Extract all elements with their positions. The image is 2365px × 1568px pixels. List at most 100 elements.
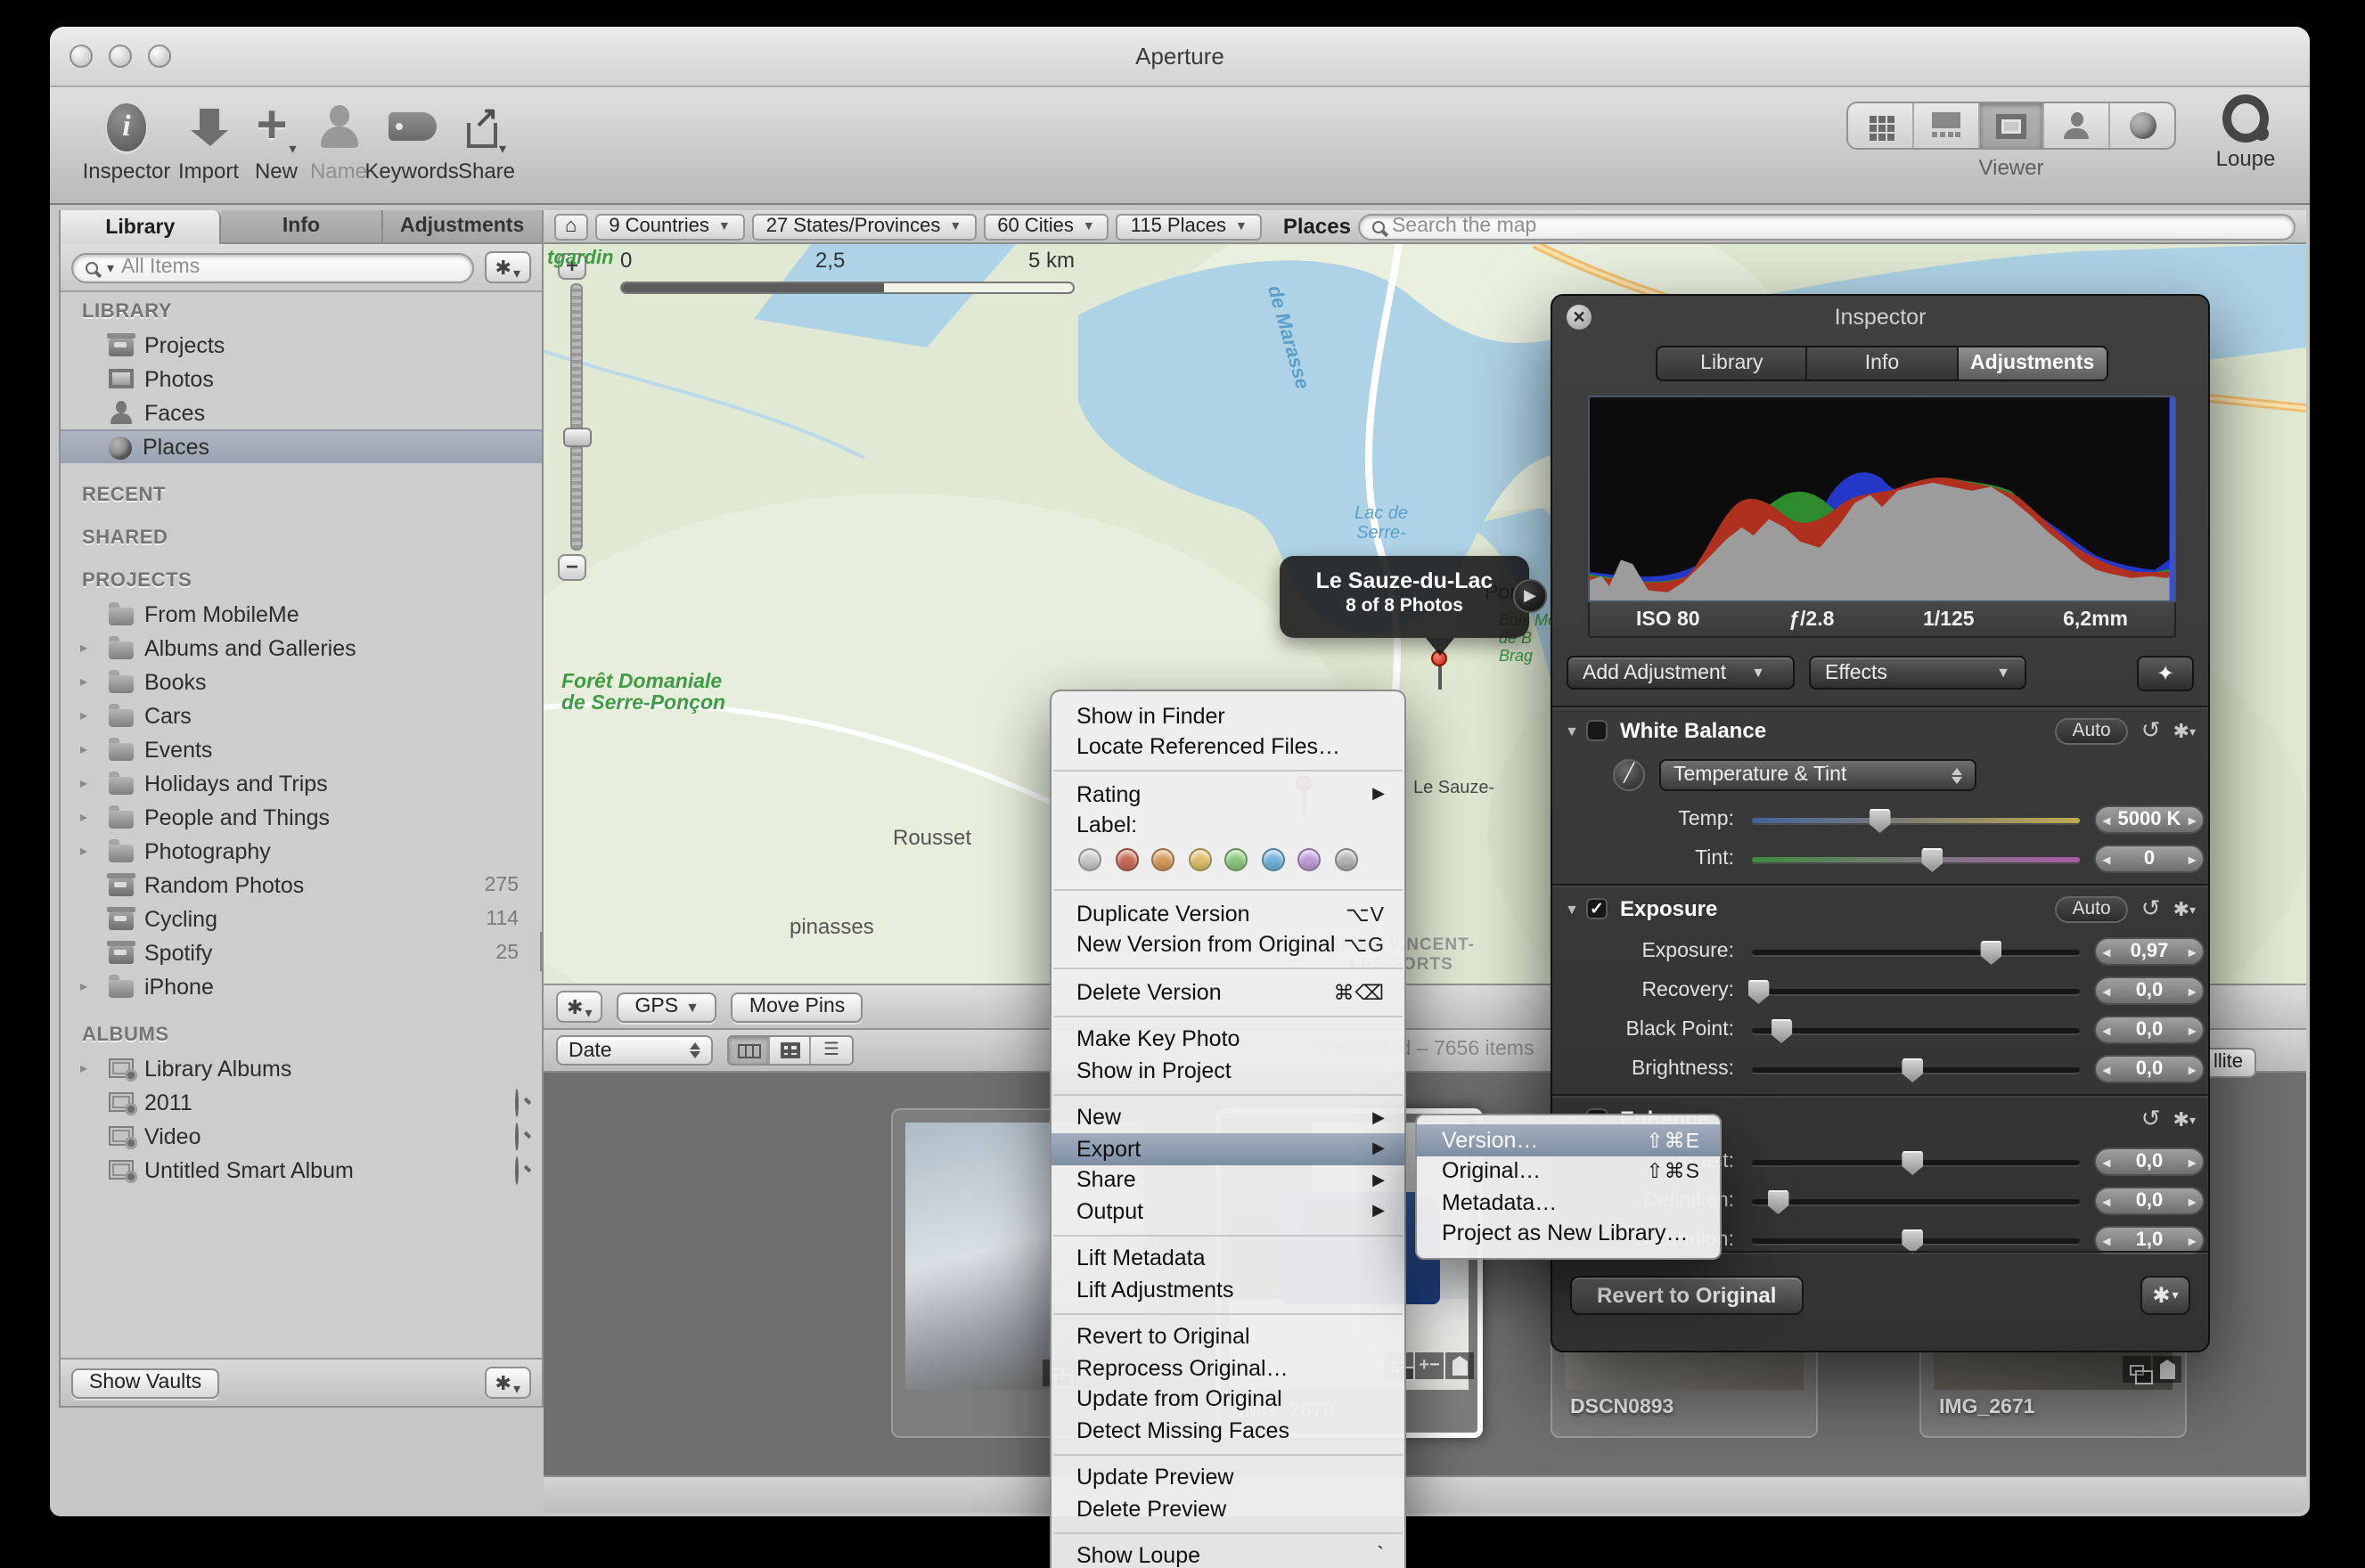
white-balance-eyedropper-button[interactable]: ╱ [1613,759,1645,791]
zoom-slider-thumb[interactable] [562,428,591,447]
recovery-value-stepper[interactable]: ◂0,0▸ [2094,976,2205,1005]
menu-item-delete-version[interactable]: Delete Version⌘⌫ [1052,976,1404,1008]
inspector-tab-info[interactable]: Info [1808,347,1959,380]
disclosure-triangle-icon[interactable]: ▸ [80,674,87,690]
menu-item-locate-referenced-files[interactable]: Locate Referenced Files… [1052,731,1404,763]
menu-item-share[interactable]: Share▶ [1052,1164,1404,1196]
loupe-button[interactable]: Loupe [2199,94,2292,171]
submenu-item-export-original[interactable]: Original…⇧⌘S [1417,1156,1720,1187]
contrast-value-stepper[interactable]: ◂0,0▸ [2094,1147,2205,1176]
sidebar-item-photography[interactable]: ▸ Photography [61,834,542,868]
view-faces-segment[interactable] [2045,103,2111,148]
menu-item-detect-missing-faces[interactable]: Detect Missing Faces [1052,1415,1404,1446]
sidebar-item-books[interactable]: ▸ Books [61,665,542,698]
temp-slider[interactable] [1752,817,2080,823]
disclosure-triangle-icon[interactable]: ▸ [80,741,87,757]
brightness-slider[interactable] [1752,1066,2080,1073]
exposure-reset-icon[interactable]: ↺ [2141,894,2161,923]
disclosure-triangle-icon[interactable]: ▸ [80,809,87,825]
sidebar-item-faces[interactable]: Faces [61,396,542,429]
sidebar-item-holidays-and-trips[interactable]: ▸ Holidays and Trips [61,766,542,800]
menu-item-duplicate-version[interactable]: Duplicate Version⌥V [1052,898,1404,929]
brightness-value-stepper[interactable]: ◂0,0▸ [2094,1055,2205,1083]
menu-item-new[interactable]: New▶ [1052,1102,1404,1133]
breadcrumb-countries[interactable]: 9 Countries▼ [594,213,744,240]
menu-item-delete-preview[interactable]: Delete Preview [1052,1493,1404,1524]
library-search-input[interactable] [121,257,460,278]
menu-item-output[interactable]: Output▶ [1052,1196,1404,1227]
add-adjustment-dropdown[interactable]: Add Adjustment▼ [1567,656,1795,690]
inspector-gear-button[interactable]: ✱▾ [2140,1276,2190,1315]
white-balance-gear-icon[interactable]: ✱▾ [2173,719,2196,742]
sidebar-item-spotify[interactable]: Spotify 25 [61,935,542,969]
title-bar[interactable]: Aperture [50,27,2310,87]
list-view-button[interactable]: ☰ [811,1037,852,1064]
tint-value-stepper[interactable]: ◂0▸ [2094,845,2205,873]
submenu-item-export-metadata[interactable]: Metadata… [1417,1187,1720,1218]
sidebar-action-gear-button[interactable]: ✱▾ [485,1367,531,1399]
tab-info[interactable]: Info [222,210,383,244]
enhance-reset-icon[interactable]: ↺ [2141,1105,2161,1133]
label-color-red[interactable] [1115,848,1138,871]
sidebar-item-cycling[interactable]: Cycling 114 [61,902,542,935]
map-action-gear-button[interactable]: ✱▾ [556,991,602,1023]
white-balance-auto-button[interactable]: Auto [2055,717,2129,744]
exposure-gear-icon[interactable]: ✱▾ [2173,897,2196,920]
menu-item-rating[interactable]: Rating▶ [1052,779,1404,810]
sidebar-search-action-button[interactable]: ✱▾ [485,251,531,283]
submenu-item-export-version[interactable]: Version…⇧⌘E [1417,1124,1720,1156]
menu-item-update-from-original[interactable]: Update from Original [1052,1384,1404,1415]
zoom-in-button[interactable]: + [558,253,586,280]
grid-view-button[interactable] [770,1037,811,1064]
sidebar-item-untitled-smart-album[interactable]: Untitled Smart Album [61,1153,542,1187]
definition-slider[interactable] [1752,1198,2080,1205]
zoom-slider-track[interactable] [569,283,582,551]
sidebar-item-cars[interactable]: ▸ Cars [61,698,542,732]
menu-item-show-in-finder[interactable]: Show in Finder [1052,700,1404,731]
tint-slider[interactable] [1752,856,2080,862]
sidebar-item-2011[interactable]: 2011 [61,1085,542,1119]
revert-to-original-button[interactable]: Revert to Original [1570,1276,1803,1315]
sidebar-item-video[interactable]: Video [61,1119,542,1153]
disclosure-triangle-icon[interactable]: ▼ [1565,723,1586,739]
saturation-slider[interactable] [1752,1237,2080,1244]
menu-item-revert-to-original[interactable]: Revert to Original [1052,1321,1404,1352]
white-balance-reset-icon[interactable]: ↺ [2141,716,2161,745]
menu-item-make-key-photo[interactable]: Make Key Photo [1052,1024,1404,1055]
white-balance-checkbox[interactable] [1586,720,1608,741]
label-color-purple[interactable] [1297,848,1321,871]
inspector-tab-library[interactable]: Library [1657,347,1808,380]
enhance-gear-icon[interactable]: ✱▾ [2173,1107,2196,1131]
definition-value-stepper[interactable]: ◂0,0▸ [2094,1187,2205,1215]
breadcrumb-states[interactable]: 27 States/Provinces▼ [752,213,977,240]
breadcrumb-places[interactable]: 115 Places▼ [1117,213,1262,240]
menu-item-new-version-from-original[interactable]: New Version from Original⌥G [1052,929,1404,960]
disclosure-triangle-icon[interactable]: ▸ [80,1060,87,1076]
view-places-segment[interactable] [2110,103,2174,148]
disclosure-triangle-icon[interactable]: ▸ [80,775,87,791]
exposure-auto-button[interactable]: Auto [2055,895,2129,922]
gps-button[interactable]: GPS▼ [617,992,716,1022]
inspector-tab-adjustments[interactable]: Adjustments [1958,347,2107,380]
breadcrumb-cities[interactable]: 60 Cities▼ [983,213,1109,240]
view-viewer-segment[interactable] [1979,103,2045,148]
disclosure-triangle-icon[interactable]: ▼ [1565,901,1586,917]
map-search-field[interactable] [1358,213,2295,240]
white-balance-mode-dropdown[interactable]: Temperature & Tint [1659,759,1976,791]
zoom-out-button[interactable]: − [558,554,586,581]
sidebar-item-places[interactable]: Places [61,429,542,463]
tab-library[interactable]: Library [61,210,222,244]
menu-item-update-preview[interactable]: Update Preview [1052,1462,1404,1493]
menu-item-export[interactable]: Export▶ [1052,1133,1404,1164]
sidebar-item-people-and-things[interactable]: ▸ People and Things [61,800,542,834]
auto-enhance-wand-button[interactable]: ✦ [2137,656,2194,691]
sidebar-item-events[interactable]: ▸ Events [61,732,542,766]
map-search-input[interactable] [1392,216,2281,237]
exposure-checkbox[interactable]: ✓ [1586,898,1608,919]
disclosure-triangle-icon[interactable]: ▸ [80,707,87,723]
menu-item-show-loupe[interactable]: Show Loupe` [1052,1540,1404,1568]
exposure-slider[interactable] [1752,949,2080,955]
view-grid-segment[interactable] [1848,103,1914,148]
label-color-orange[interactable] [1151,848,1174,871]
sidebar-item-photos[interactable]: Photos [61,362,542,396]
